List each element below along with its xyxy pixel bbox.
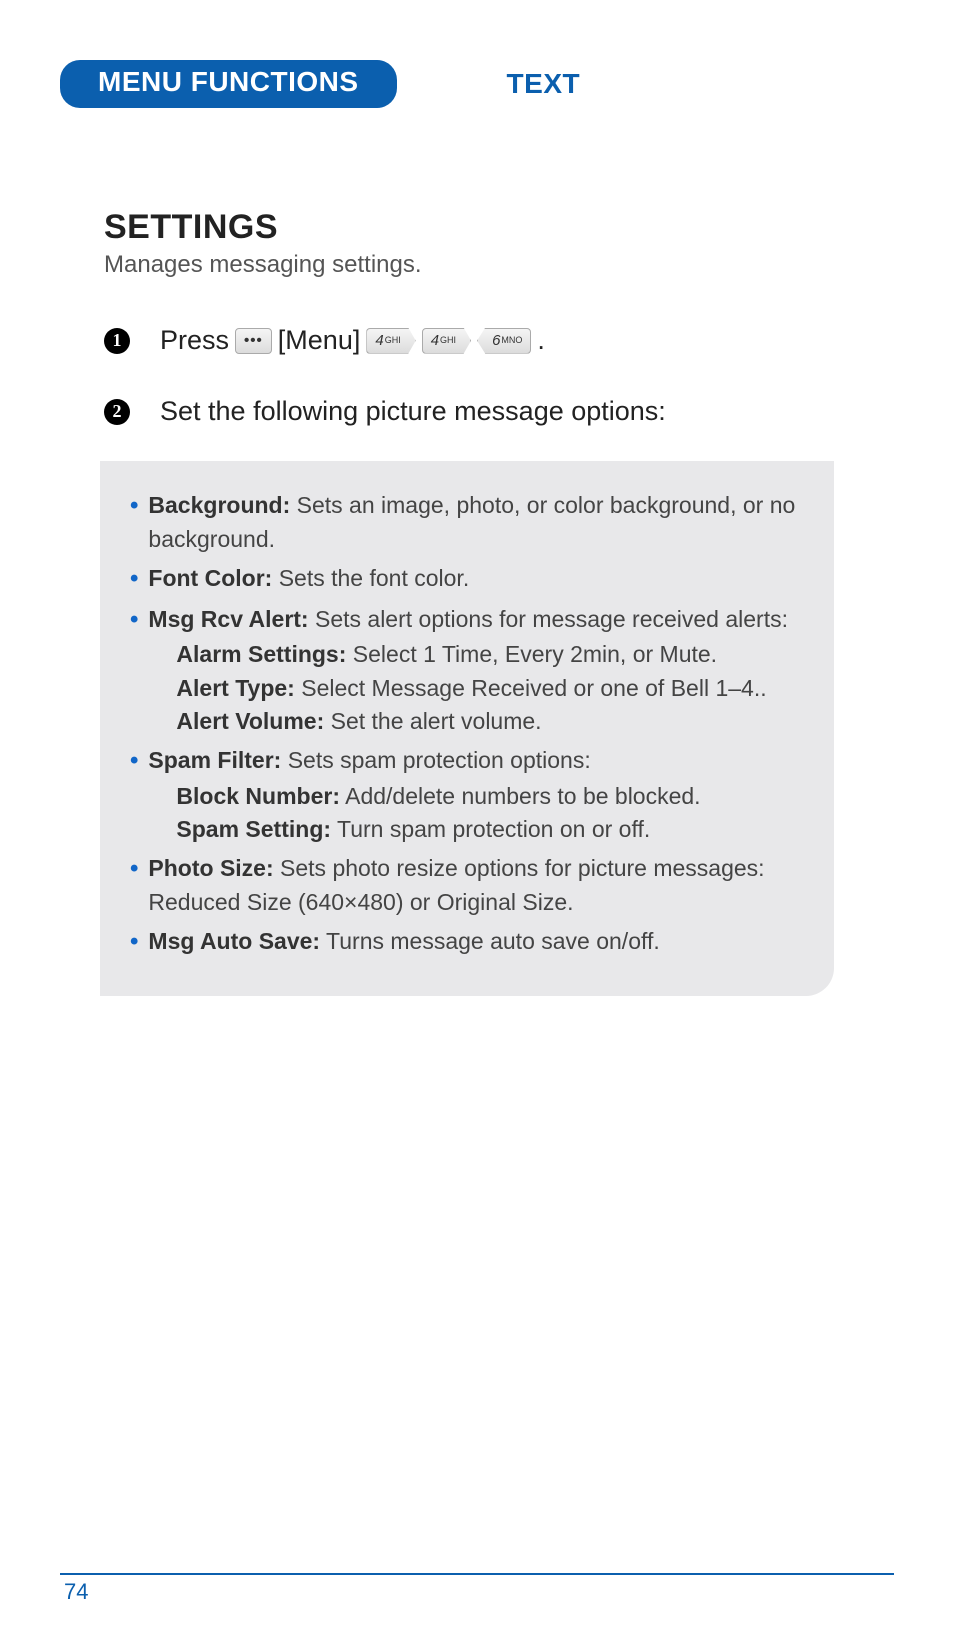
- option-label: Spam Filter:: [148, 747, 281, 773]
- header-section-label: TEXT: [507, 68, 581, 100]
- option-sub-label: Alert Volume:: [176, 708, 324, 734]
- option-text: Sets alert options for message received …: [309, 606, 788, 632]
- options-list: •Background: Sets an image, photo, or co…: [130, 489, 804, 959]
- option-sub-item: Spam Setting: Turn spam protection on or…: [176, 813, 804, 846]
- bullet-icon: •: [130, 603, 138, 738]
- options-box: •Background: Sets an image, photo, or co…: [100, 461, 834, 995]
- step-number-1-icon: 1: [104, 328, 130, 354]
- key-6-icon: 6MNO: [477, 328, 531, 354]
- option-label: Msg Auto Save:: [148, 928, 320, 954]
- page-number: 74: [60, 1579, 88, 1604]
- bullet-icon: •: [130, 852, 138, 919]
- option-sub-label: Block Number:: [176, 783, 340, 809]
- key-4-icon-b: 4GHI: [422, 328, 471, 354]
- page-title: SETTINGS: [104, 208, 834, 247]
- step-1-text: Press [Menu] 4GHI 4GHI 6MNO .: [160, 319, 545, 362]
- option-sub-item: Alarm Settings: Select 1 Time, Every 2mi…: [176, 638, 804, 671]
- option-item: •Photo Size: Sets photo resize options f…: [130, 852, 804, 919]
- step-1-menu: [Menu]: [278, 319, 361, 362]
- option-item: • Msg Auto Save: Turns message auto save …: [130, 925, 804, 960]
- key-4-icon: 4GHI: [366, 328, 415, 354]
- page-subtitle: Manages messaging settings.: [104, 251, 834, 279]
- option-body: Background: Sets an image, photo, or col…: [148, 489, 804, 556]
- option-body: Spam Filter: Sets spam protection option…: [148, 744, 804, 846]
- bullet-icon: •: [130, 744, 138, 846]
- header-row: MENU FUNCTIONS TEXT: [60, 60, 894, 108]
- manual-page: MENU FUNCTIONS TEXT SETTINGS Manages mes…: [0, 0, 954, 1647]
- key-6-digit: 6: [492, 329, 500, 353]
- option-item: •Msg Rcv Alert: Sets alert options for m…: [130, 603, 804, 738]
- option-sub-item: Alert Volume: Set the alert volume.: [176, 705, 804, 738]
- bullet-icon: •: [130, 489, 138, 556]
- option-sub-block: Block Number: Add/delete numbers to be b…: [176, 780, 804, 847]
- option-label: Msg Rcv Alert:: [148, 606, 308, 632]
- key-6-sub: MNO: [501, 333, 522, 347]
- option-sub-block: Alarm Settings: Select 1 Time, Every 2mi…: [176, 638, 804, 738]
- option-text: Sets spam protection options:: [281, 747, 590, 773]
- option-label: Photo Size:: [148, 855, 273, 881]
- step-1: 1 Press [Menu] 4GHI 4GHI 6MNO .: [104, 319, 834, 362]
- softkey-dots-icon: [235, 328, 272, 354]
- option-body: Msg Auto Save: Turns message auto save o…: [148, 925, 804, 960]
- key-4-digit: 4: [375, 329, 383, 353]
- step-2: 2 Set the following picture message opti…: [104, 390, 834, 433]
- option-sub-text: Add/delete numbers to be blocked.: [340, 783, 701, 809]
- option-body: Font Color: Sets the font color.: [148, 562, 804, 597]
- option-text: Turns message auto save on/off.: [320, 928, 660, 954]
- option-sub-label: Spam Setting:: [176, 816, 331, 842]
- bullet-icon: •: [130, 562, 138, 597]
- step-number-2-icon: 2: [104, 399, 130, 425]
- option-sub-text: Set the alert volume.: [324, 708, 541, 734]
- key-4b-digit: 4: [431, 329, 439, 353]
- page-footer: 74: [60, 1573, 894, 1605]
- bullet-icon: •: [130, 925, 138, 960]
- header-pill: MENU FUNCTIONS: [60, 60, 397, 108]
- option-sub-text: Turn spam protection on or off.: [331, 816, 650, 842]
- option-item: • Font Color: Sets the font color.: [130, 562, 804, 597]
- option-label: Font Color:: [148, 565, 272, 591]
- key-4b-sub: GHI: [440, 333, 456, 347]
- step-1-press: Press: [160, 319, 229, 362]
- option-sub-item: Block Number: Add/delete numbers to be b…: [176, 780, 804, 813]
- option-sub-text: Select 1 Time, Every 2min, or Mute.: [346, 641, 717, 667]
- option-item: •Spam Filter: Sets spam protection optio…: [130, 744, 804, 846]
- option-sub-item: Alert Type: Select Message Received or o…: [176, 672, 804, 705]
- key-4-sub: GHI: [385, 333, 401, 347]
- option-sub-label: Alarm Settings:: [176, 641, 346, 667]
- option-body: Msg Rcv Alert: Sets alert options for me…: [148, 603, 804, 738]
- step-1-end: .: [537, 319, 545, 362]
- option-sub-text: Select Message Received or one of Bell 1…: [295, 675, 767, 701]
- option-sub-label: Alert Type:: [176, 675, 294, 701]
- footer-rule: 74: [60, 1573, 894, 1605]
- option-item: •Background: Sets an image, photo, or co…: [130, 489, 804, 556]
- option-body: Photo Size: Sets photo resize options fo…: [148, 852, 804, 919]
- option-text: Sets the font color.: [272, 565, 469, 591]
- option-label: Background:: [148, 492, 290, 518]
- step-2-text: Set the following picture message option…: [160, 390, 666, 433]
- content-area: SETTINGS Manages messaging settings. 1 P…: [60, 208, 894, 996]
